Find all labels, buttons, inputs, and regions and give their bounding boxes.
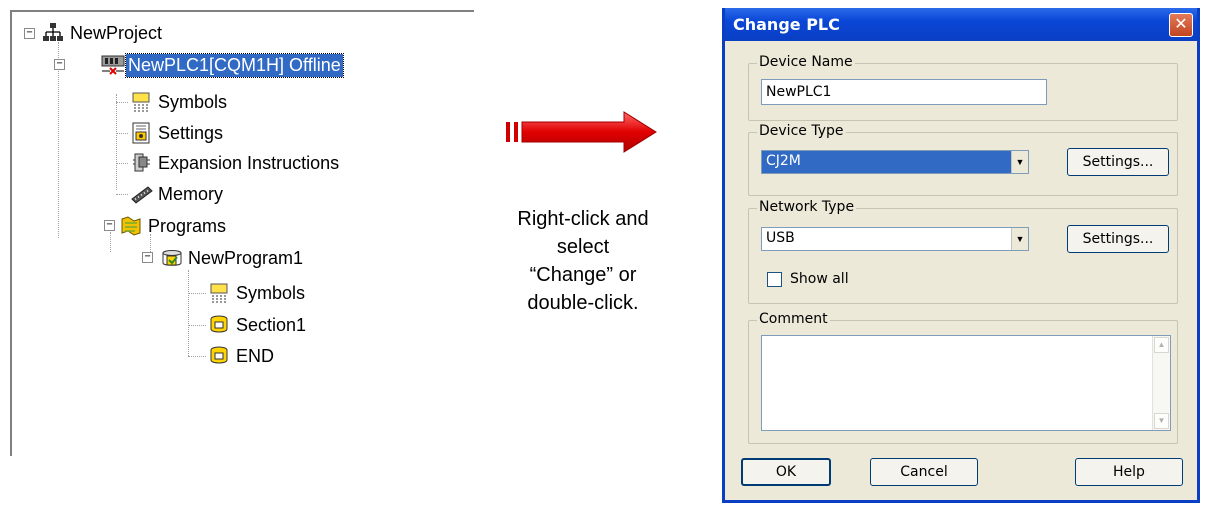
instruction-callout: Right-click and select “Change” or doubl… [488, 205, 678, 317]
change-plc-dialog: Change PLC ✕ Device Name Device Type CJ2… [722, 8, 1200, 503]
device-type-value: CJ2M [762, 151, 1011, 173]
chevron-down-icon[interactable]: ▼ [1011, 151, 1028, 173]
project-tree: − − − − NewProject NewPLC1[CQM1H] Offlin… [10, 10, 474, 456]
program-icon [160, 247, 182, 269]
collapse-toggle-program[interactable]: − [142, 252, 153, 263]
symbols-icon [130, 91, 152, 113]
tree-item-label: Expansion Instructions [158, 152, 340, 173]
ok-button[interactable]: OK [741, 458, 831, 486]
tree-item-label: NewProject [70, 22, 163, 43]
tree-item-section1[interactable]: Section1 [208, 312, 308, 338]
device-type-label: Device Type [757, 123, 846, 139]
show-all-label: Show all [790, 271, 849, 287]
network-type-value: USB [766, 230, 795, 246]
network-type-label: Network Type [757, 199, 857, 215]
cancel-button[interactable]: Cancel [870, 458, 978, 486]
chevron-down-icon[interactable]: ▼ [1011, 228, 1028, 250]
comment-group: Comment ▲ ▼ [748, 311, 1178, 444]
comment-textarea[interactable]: ▲ ▼ [761, 335, 1171, 431]
callout-line: “Change” or [529, 264, 637, 286]
tree-connector [58, 42, 59, 238]
tree-connector [116, 194, 128, 195]
scroll-up-icon[interactable]: ▲ [1154, 337, 1169, 353]
tree-connector [116, 133, 128, 134]
tree-item-program-symbols[interactable]: Symbols [208, 280, 307, 306]
collapse-toggle-project[interactable]: − [24, 28, 35, 39]
tree-item-label: Section1 [236, 314, 307, 335]
tree-item-label: Symbols [236, 282, 306, 303]
network-type-settings-button[interactable]: Settings... [1067, 225, 1169, 253]
device-type-group: Device Type CJ2M ▼ Settings... [748, 123, 1178, 196]
device-type-settings-button[interactable]: Settings... [1067, 148, 1169, 176]
collapse-toggle-programs[interactable]: − [104, 220, 115, 231]
tree-item-label: NewProgram1 [188, 247, 304, 268]
comment-scrollbar[interactable]: ▲ ▼ [1152, 336, 1170, 430]
tree-connector [188, 325, 206, 326]
tree-connector [110, 232, 111, 252]
settings-icon [130, 122, 152, 144]
tree-connector [188, 270, 189, 356]
tree-item-plc[interactable]: NewPLC1[CQM1H] Offline [100, 52, 344, 78]
close-icon[interactable]: ✕ [1169, 12, 1193, 37]
right-arrow-icon [500, 110, 660, 154]
callout-line: select [556, 236, 610, 258]
tree-connector [116, 94, 117, 190]
tree-item-label: END [236, 345, 275, 366]
tree-item-label: Symbols [158, 91, 228, 112]
tree-item-end[interactable]: END [208, 343, 276, 369]
section-icon [208, 345, 230, 367]
section-icon [208, 314, 230, 336]
tree-item-program[interactable]: NewProgram1 [160, 245, 305, 271]
tree-item-label: Settings [158, 122, 224, 143]
collapse-toggle-plc[interactable]: − [54, 59, 65, 70]
show-all-row[interactable]: Show all [767, 271, 849, 287]
comment-label: Comment [757, 311, 830, 327]
dialog-titlebar[interactable]: Change PLC ✕ [725, 8, 1197, 41]
tree-connector [188, 293, 206, 294]
tree-item-label: Programs [148, 215, 227, 236]
tree-item-project[interactable]: NewProject [42, 20, 164, 46]
device-name-label: Device Name [757, 54, 855, 70]
tree-item-programs[interactable]: Programs [120, 213, 228, 239]
tree-item-memory[interactable]: Memory [130, 181, 225, 207]
network-icon [42, 22, 64, 44]
programs-icon [120, 215, 142, 237]
memory-chip-icon [130, 183, 153, 205]
scroll-down-icon[interactable]: ▼ [1154, 413, 1169, 429]
device-type-select[interactable]: CJ2M ▼ [761, 150, 1029, 174]
tree-connector [116, 163, 128, 164]
device-name-input[interactable] [761, 79, 1047, 105]
tree-item-symbols[interactable]: Symbols [130, 89, 229, 115]
network-type-group: Network Type USB ▼ Settings... Show all [748, 199, 1178, 304]
tree-item-label: Memory [158, 183, 224, 204]
show-all-checkbox[interactable] [767, 271, 782, 287]
symbols-icon [208, 282, 230, 304]
plc-offline-icon [100, 54, 125, 76]
dialog-title: Change PLC [733, 15, 840, 34]
tree-item-settings[interactable]: Settings [130, 120, 225, 146]
callout-line: Right-click and [517, 208, 649, 230]
tree-item-label: NewPLC1[CQM1H] Offline [125, 52, 344, 78]
tree-connector [116, 102, 128, 103]
tree-connector [188, 356, 206, 357]
device-name-group: Device Name [748, 54, 1178, 121]
tree-item-expansion-instructions[interactable]: Expansion Instructions [130, 150, 341, 176]
expansion-instructions-icon [130, 152, 152, 174]
help-button[interactable]: Help [1075, 458, 1183, 486]
network-type-select[interactable]: USB ▼ [761, 227, 1029, 251]
callout-line: double-click. [527, 292, 639, 314]
